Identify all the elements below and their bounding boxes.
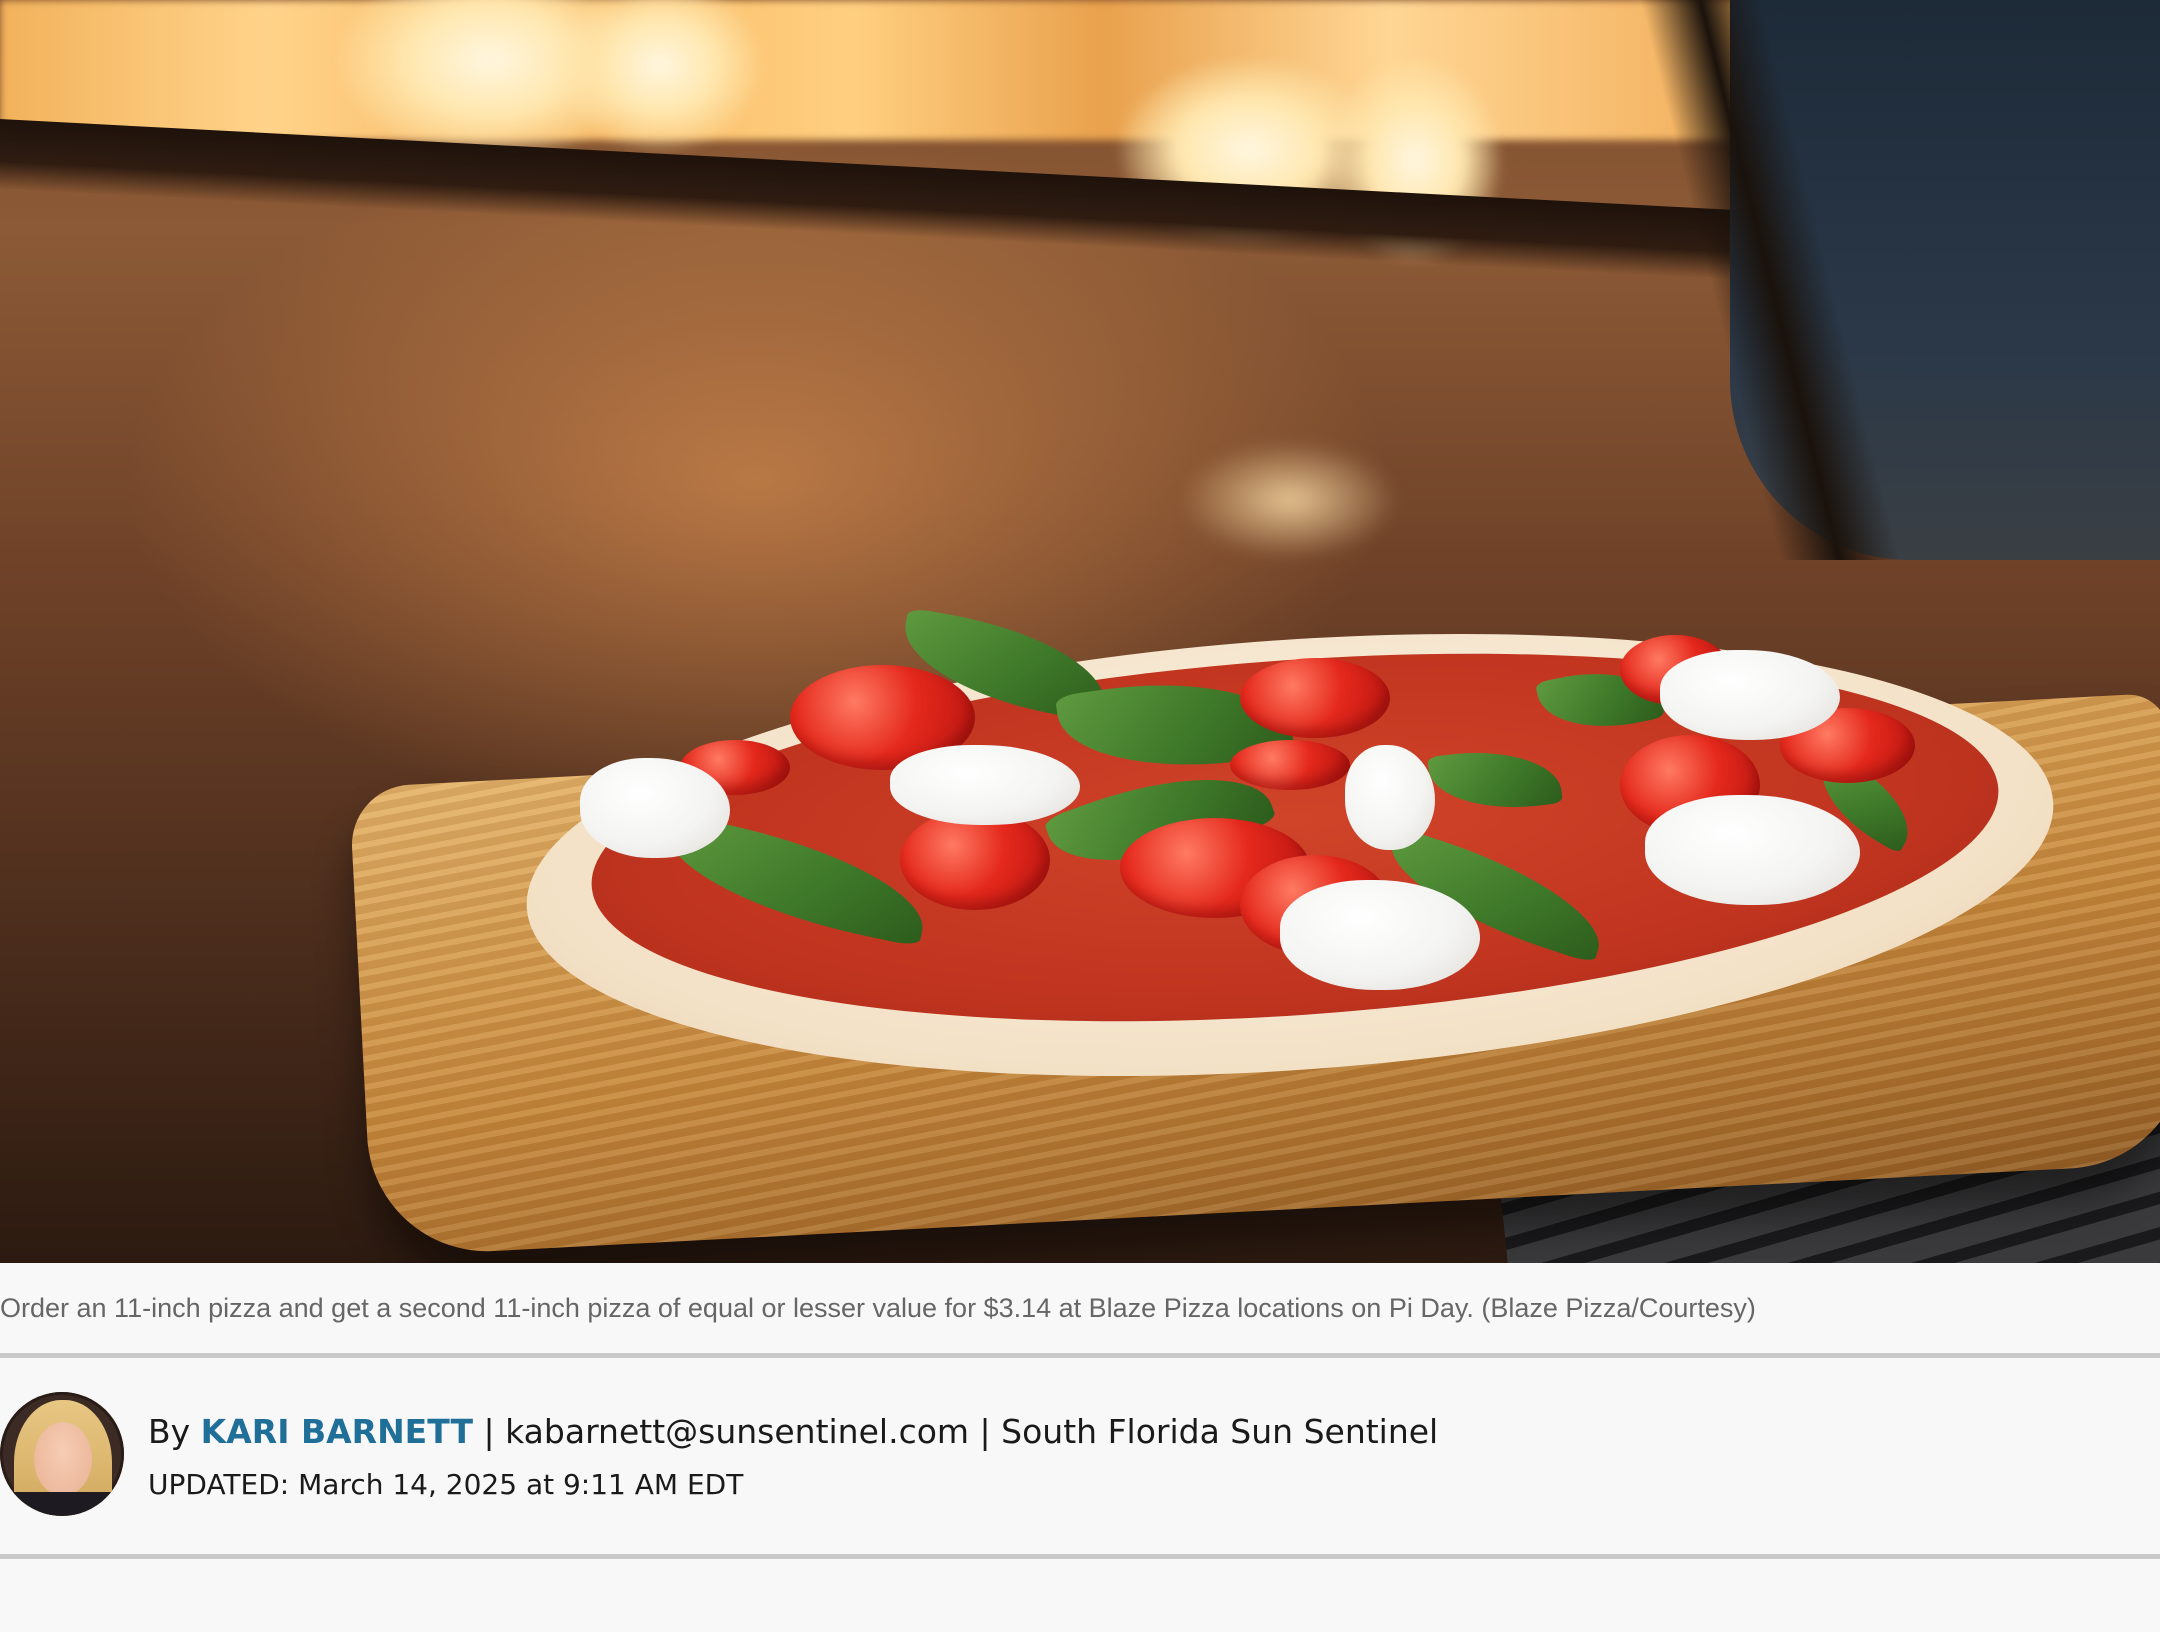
avatar-face (34, 1422, 92, 1496)
author-link[interactable]: KARI BARNETT (201, 1412, 473, 1451)
byline-prefix: By (148, 1412, 191, 1451)
oven-rim (0, 118, 1798, 284)
author-avatar[interactable] (0, 1392, 124, 1516)
mozzarella (1645, 795, 1860, 905)
divider (0, 1554, 2160, 1559)
cherry-tomato (1230, 740, 1350, 790)
publication-name: South Florida Sun Sentinel (1001, 1412, 1439, 1451)
mozzarella (1660, 650, 1840, 740)
mozzarella (890, 745, 1080, 825)
byline-separator: | (979, 1412, 991, 1451)
article-page: Order an 11-inch pizza and get a second … (0, 0, 2160, 1632)
mozzarella (580, 758, 730, 858)
byline: By KARI BARNETT | kabarnett@sunsentinel.… (148, 1412, 1438, 1451)
cherry-tomato (1240, 658, 1390, 738)
author-email[interactable]: kabarnett@sunsentinel.com (505, 1412, 969, 1451)
cherry-tomato (900, 810, 1050, 910)
mozzarella (1280, 880, 1480, 990)
stone-glow (1180, 440, 1400, 560)
photo-caption: Order an 11-inch pizza and get a second … (0, 1293, 1756, 1323)
avatar-shoulders (0, 1492, 124, 1516)
divider (0, 1353, 2160, 1358)
oven-fire (0, 0, 1780, 140)
byline-separator: | (483, 1412, 495, 1451)
mozzarella (1345, 745, 1435, 850)
hero-photo (0, 0, 2160, 1263)
updated-timestamp: UPDATED: March 14, 2025 at 9:11 AM EDT (148, 1468, 744, 1501)
